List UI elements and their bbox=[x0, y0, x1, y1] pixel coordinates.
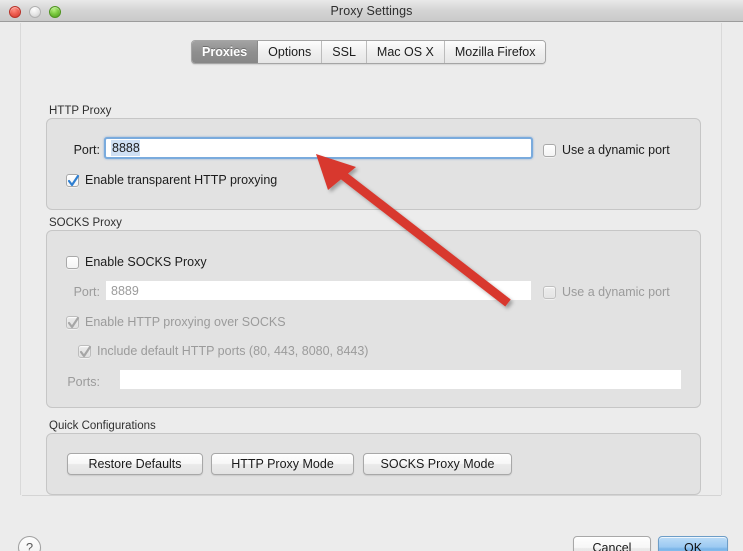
http-transparent-proxying-label: Enable transparent HTTP proxying bbox=[85, 173, 278, 187]
http-dynamic-port-label: Use a dynamic port bbox=[562, 143, 670, 157]
cancel-button[interactable]: Cancel bbox=[573, 536, 651, 551]
socks-port-label: Port: bbox=[73, 285, 100, 299]
http-transparent-proxying-checkbox[interactable]: Enable transparent HTTP proxying bbox=[66, 173, 277, 187]
socks-ports-input bbox=[120, 370, 681, 389]
restore-defaults-button[interactable]: Restore Defaults bbox=[67, 453, 203, 475]
help-button[interactable]: ? bbox=[18, 536, 41, 551]
tab-bar[interactable]: Proxies Options SSL Mac OS X Mozilla Fir… bbox=[191, 40, 547, 64]
socks-port-value: 8889 bbox=[111, 283, 139, 298]
socks-enable-label: Enable SOCKS Proxy bbox=[85, 255, 207, 269]
http-proxy-group-label: HTTP Proxy bbox=[49, 105, 112, 117]
socks-proxy-mode-button[interactable]: SOCKS Proxy Mode bbox=[363, 453, 512, 475]
checkbox-checked-icon bbox=[66, 315, 80, 329]
http-proxy-group bbox=[46, 118, 701, 210]
socks-http-over-socks-label: Enable HTTP proxying over SOCKS bbox=[85, 315, 286, 329]
http-port-label: Port: bbox=[73, 143, 100, 157]
socks-default-ports-checkbox: Include default HTTP ports (80, 443, 808… bbox=[78, 344, 368, 358]
socks-dynamic-port-label: Use a dynamic port bbox=[562, 285, 670, 299]
title-bar[interactable]: Proxy Settings bbox=[0, 0, 743, 22]
footer-divider bbox=[22, 495, 721, 496]
tab-ssl[interactable]: SSL bbox=[322, 41, 367, 63]
checkbox-unchecked-icon bbox=[66, 255, 79, 269]
ok-button[interactable]: OK bbox=[658, 536, 728, 551]
proxy-settings-window: Proxy Settings Proxies Options SSL Mac O… bbox=[0, 0, 743, 551]
socks-port-input: 8889 bbox=[106, 281, 531, 300]
tab-mac-os-x[interactable]: Mac OS X bbox=[366, 41, 445, 63]
http-port-value: 8888 bbox=[111, 140, 140, 156]
checkbox-checked-icon bbox=[66, 173, 80, 187]
http-dynamic-port-checkbox[interactable]: Use a dynamic port bbox=[543, 143, 670, 157]
left-divider bbox=[20, 23, 21, 495]
http-port-input[interactable]: 8888 bbox=[104, 137, 533, 159]
right-divider bbox=[721, 23, 722, 495]
checkbox-unchecked-icon bbox=[543, 285, 556, 299]
socks-enable-checkbox[interactable]: Enable SOCKS Proxy bbox=[66, 255, 207, 269]
socks-ports-label: Ports: bbox=[67, 375, 100, 389]
checkbox-checked-icon bbox=[78, 344, 92, 358]
socks-proxy-group-label: SOCKS Proxy bbox=[49, 217, 122, 229]
tab-proxies[interactable]: Proxies bbox=[192, 41, 259, 63]
socks-default-ports-label: Include default HTTP ports (80, 443, 808… bbox=[97, 344, 369, 358]
checkbox-unchecked-icon bbox=[543, 143, 556, 157]
dialog-content: Proxies Options SSL Mac OS X Mozilla Fir… bbox=[0, 23, 743, 551]
quick-configurations-group-label: Quick Configurations bbox=[49, 420, 156, 432]
http-proxy-mode-button[interactable]: HTTP Proxy Mode bbox=[211, 453, 354, 475]
tab-options[interactable]: Options bbox=[258, 41, 323, 63]
tab-mozilla-firefox[interactable]: Mozilla Firefox bbox=[444, 41, 546, 63]
window-title: Proxy Settings bbox=[330, 4, 413, 18]
socks-dynamic-port-checkbox: Use a dynamic port bbox=[543, 285, 670, 299]
socks-http-over-socks-checkbox: Enable HTTP proxying over SOCKS bbox=[66, 315, 286, 329]
